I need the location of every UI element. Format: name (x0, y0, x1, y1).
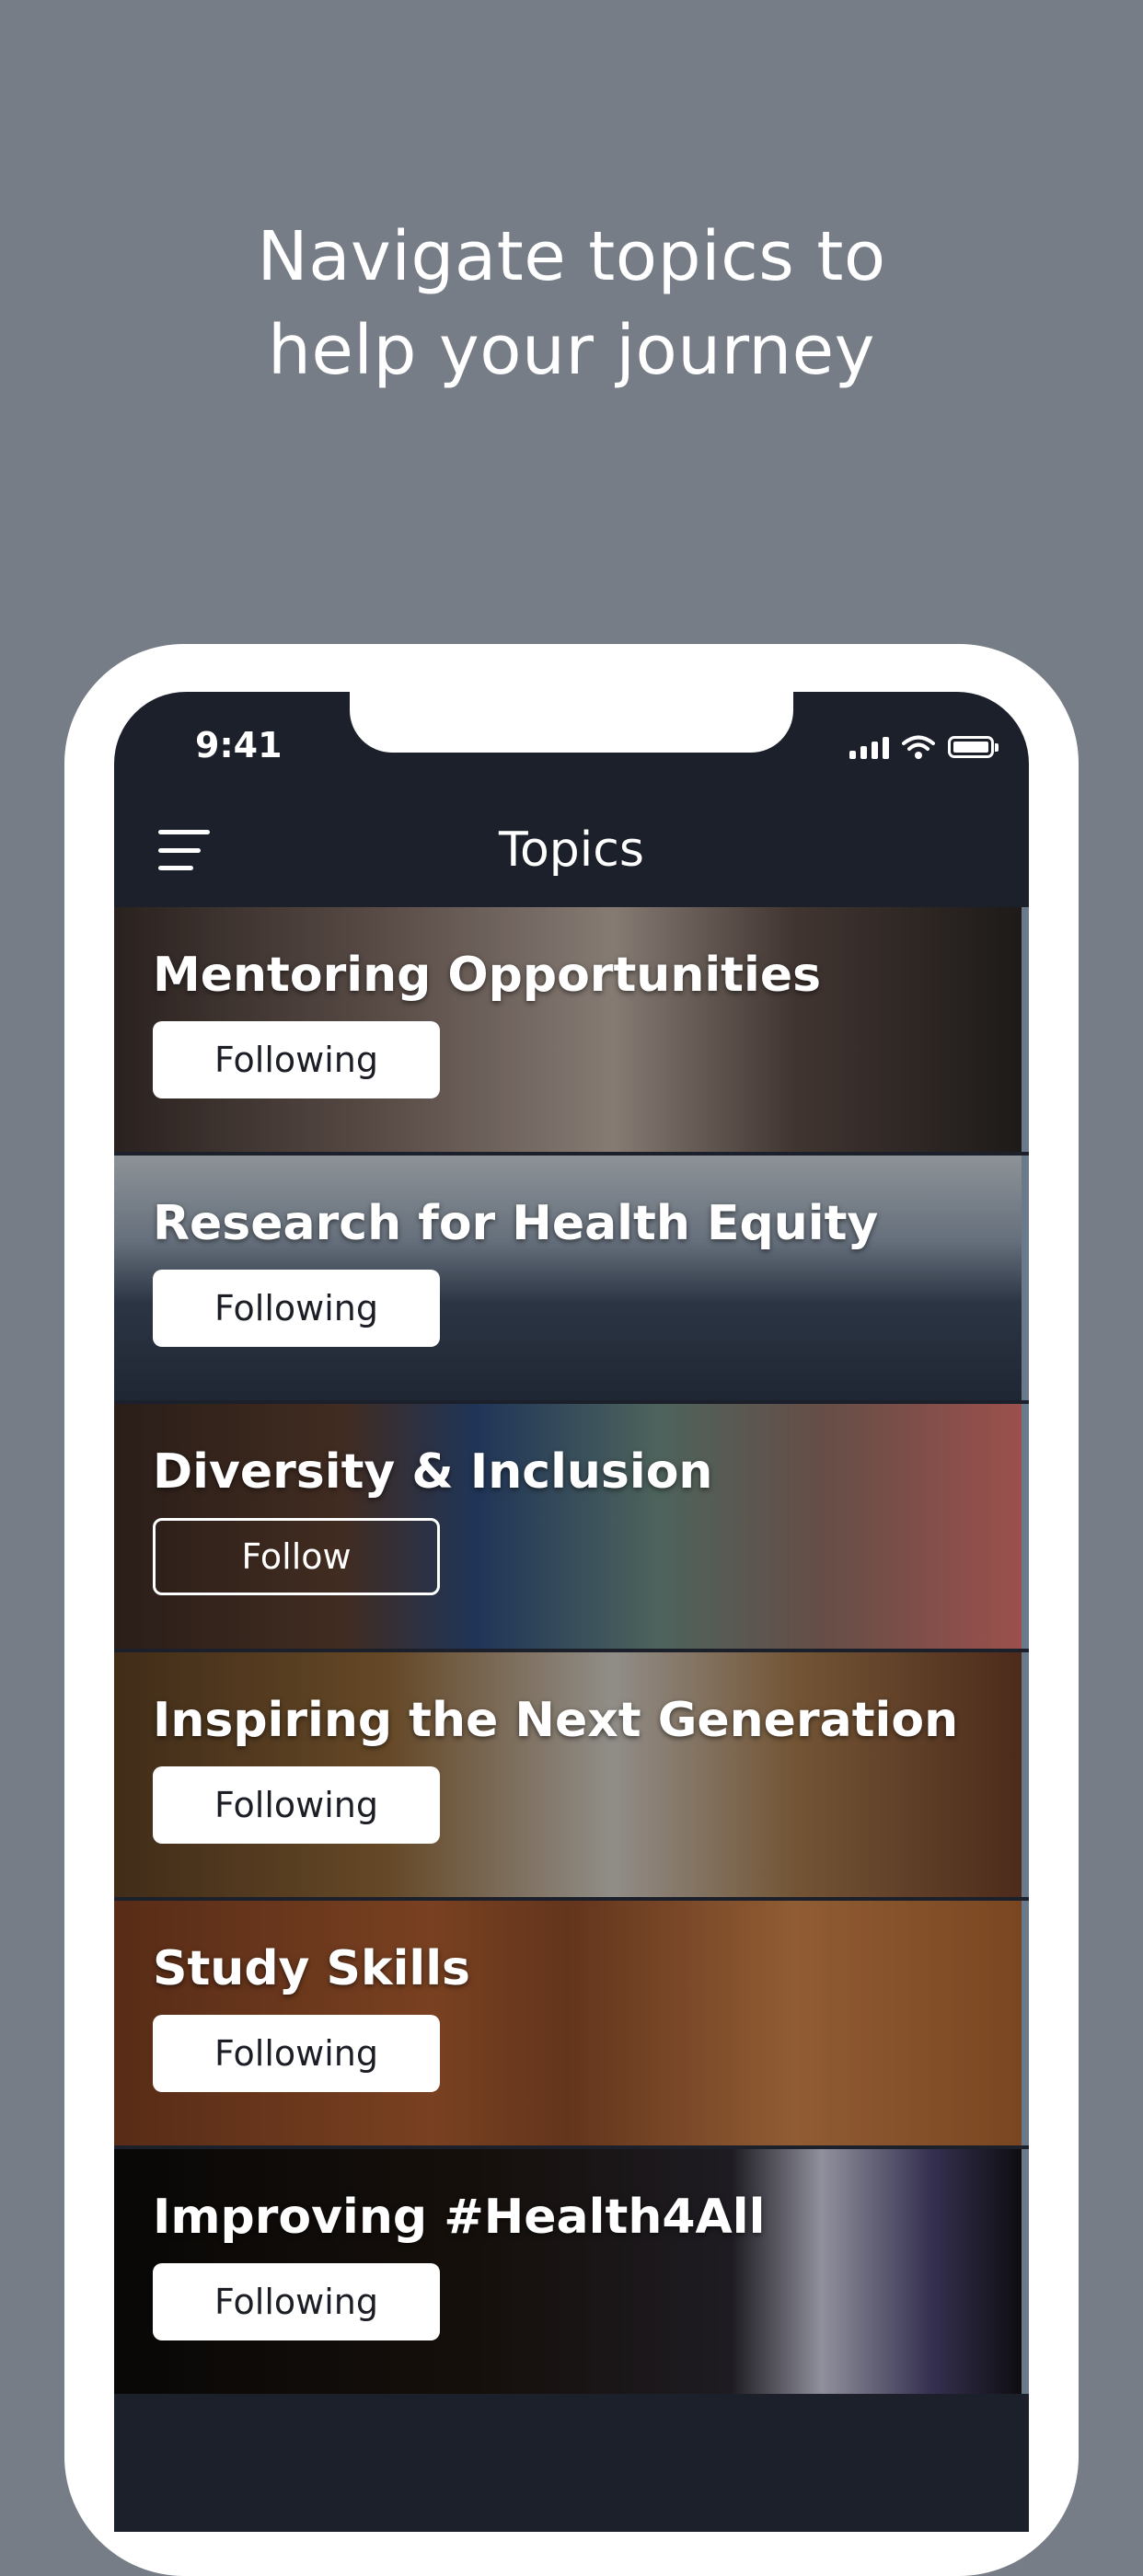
status-time: 9:41 (195, 725, 283, 765)
following-button[interactable]: Following (153, 1270, 440, 1347)
topic-title: Research for Health Equity (153, 1196, 879, 1251)
topic-title: Improving #Health4All (153, 2190, 766, 2245)
topic-card-health4all[interactable]: Improving #Health4All Following (114, 2149, 1029, 2394)
follow-button[interactable]: Follow (153, 1518, 440, 1595)
following-button[interactable]: Following (153, 2015, 440, 2092)
following-button[interactable]: Following (153, 2263, 440, 2340)
topic-card-study-skills[interactable]: Study Skills Following (114, 1901, 1029, 2145)
topic-card-diversity[interactable]: Diversity & Inclusion Follow (114, 1404, 1029, 1649)
topic-title: Mentoring Opportunities (153, 948, 822, 1003)
headline-line-2: help your journey (268, 311, 875, 390)
nav-title: Topics (499, 822, 644, 878)
topic-card-research[interactable]: Research for Health Equity Following (114, 1156, 1029, 1400)
nav-bar: Topics (114, 802, 1029, 903)
cellular-signal-icon (849, 735, 889, 759)
topics-list: Mentoring Opportunities Following Resear… (114, 907, 1029, 2398)
following-button[interactable]: Following (153, 1021, 440, 1098)
topic-title: Study Skills (153, 1941, 471, 1996)
topic-title: Diversity & Inclusion (153, 1444, 713, 1500)
following-button[interactable]: Following (153, 1766, 440, 1844)
battery-icon (948, 736, 999, 758)
wifi-icon (902, 735, 935, 759)
status-icons (849, 732, 999, 762)
headline-line-1: Navigate topics to (257, 217, 886, 296)
topic-card-mentoring[interactable]: Mentoring Opportunities Following (114, 907, 1029, 1152)
topic-card-inspiring[interactable]: Inspiring the Next Generation Following (114, 1652, 1029, 1897)
marketing-headline: Navigate topics to help your journey (0, 210, 1143, 397)
topic-title: Inspiring the Next Generation (153, 1693, 959, 1748)
phone-screen: 9:41 Topics Mentoring Opportunities Foll… (114, 692, 1029, 2532)
phone-notch (350, 692, 793, 753)
